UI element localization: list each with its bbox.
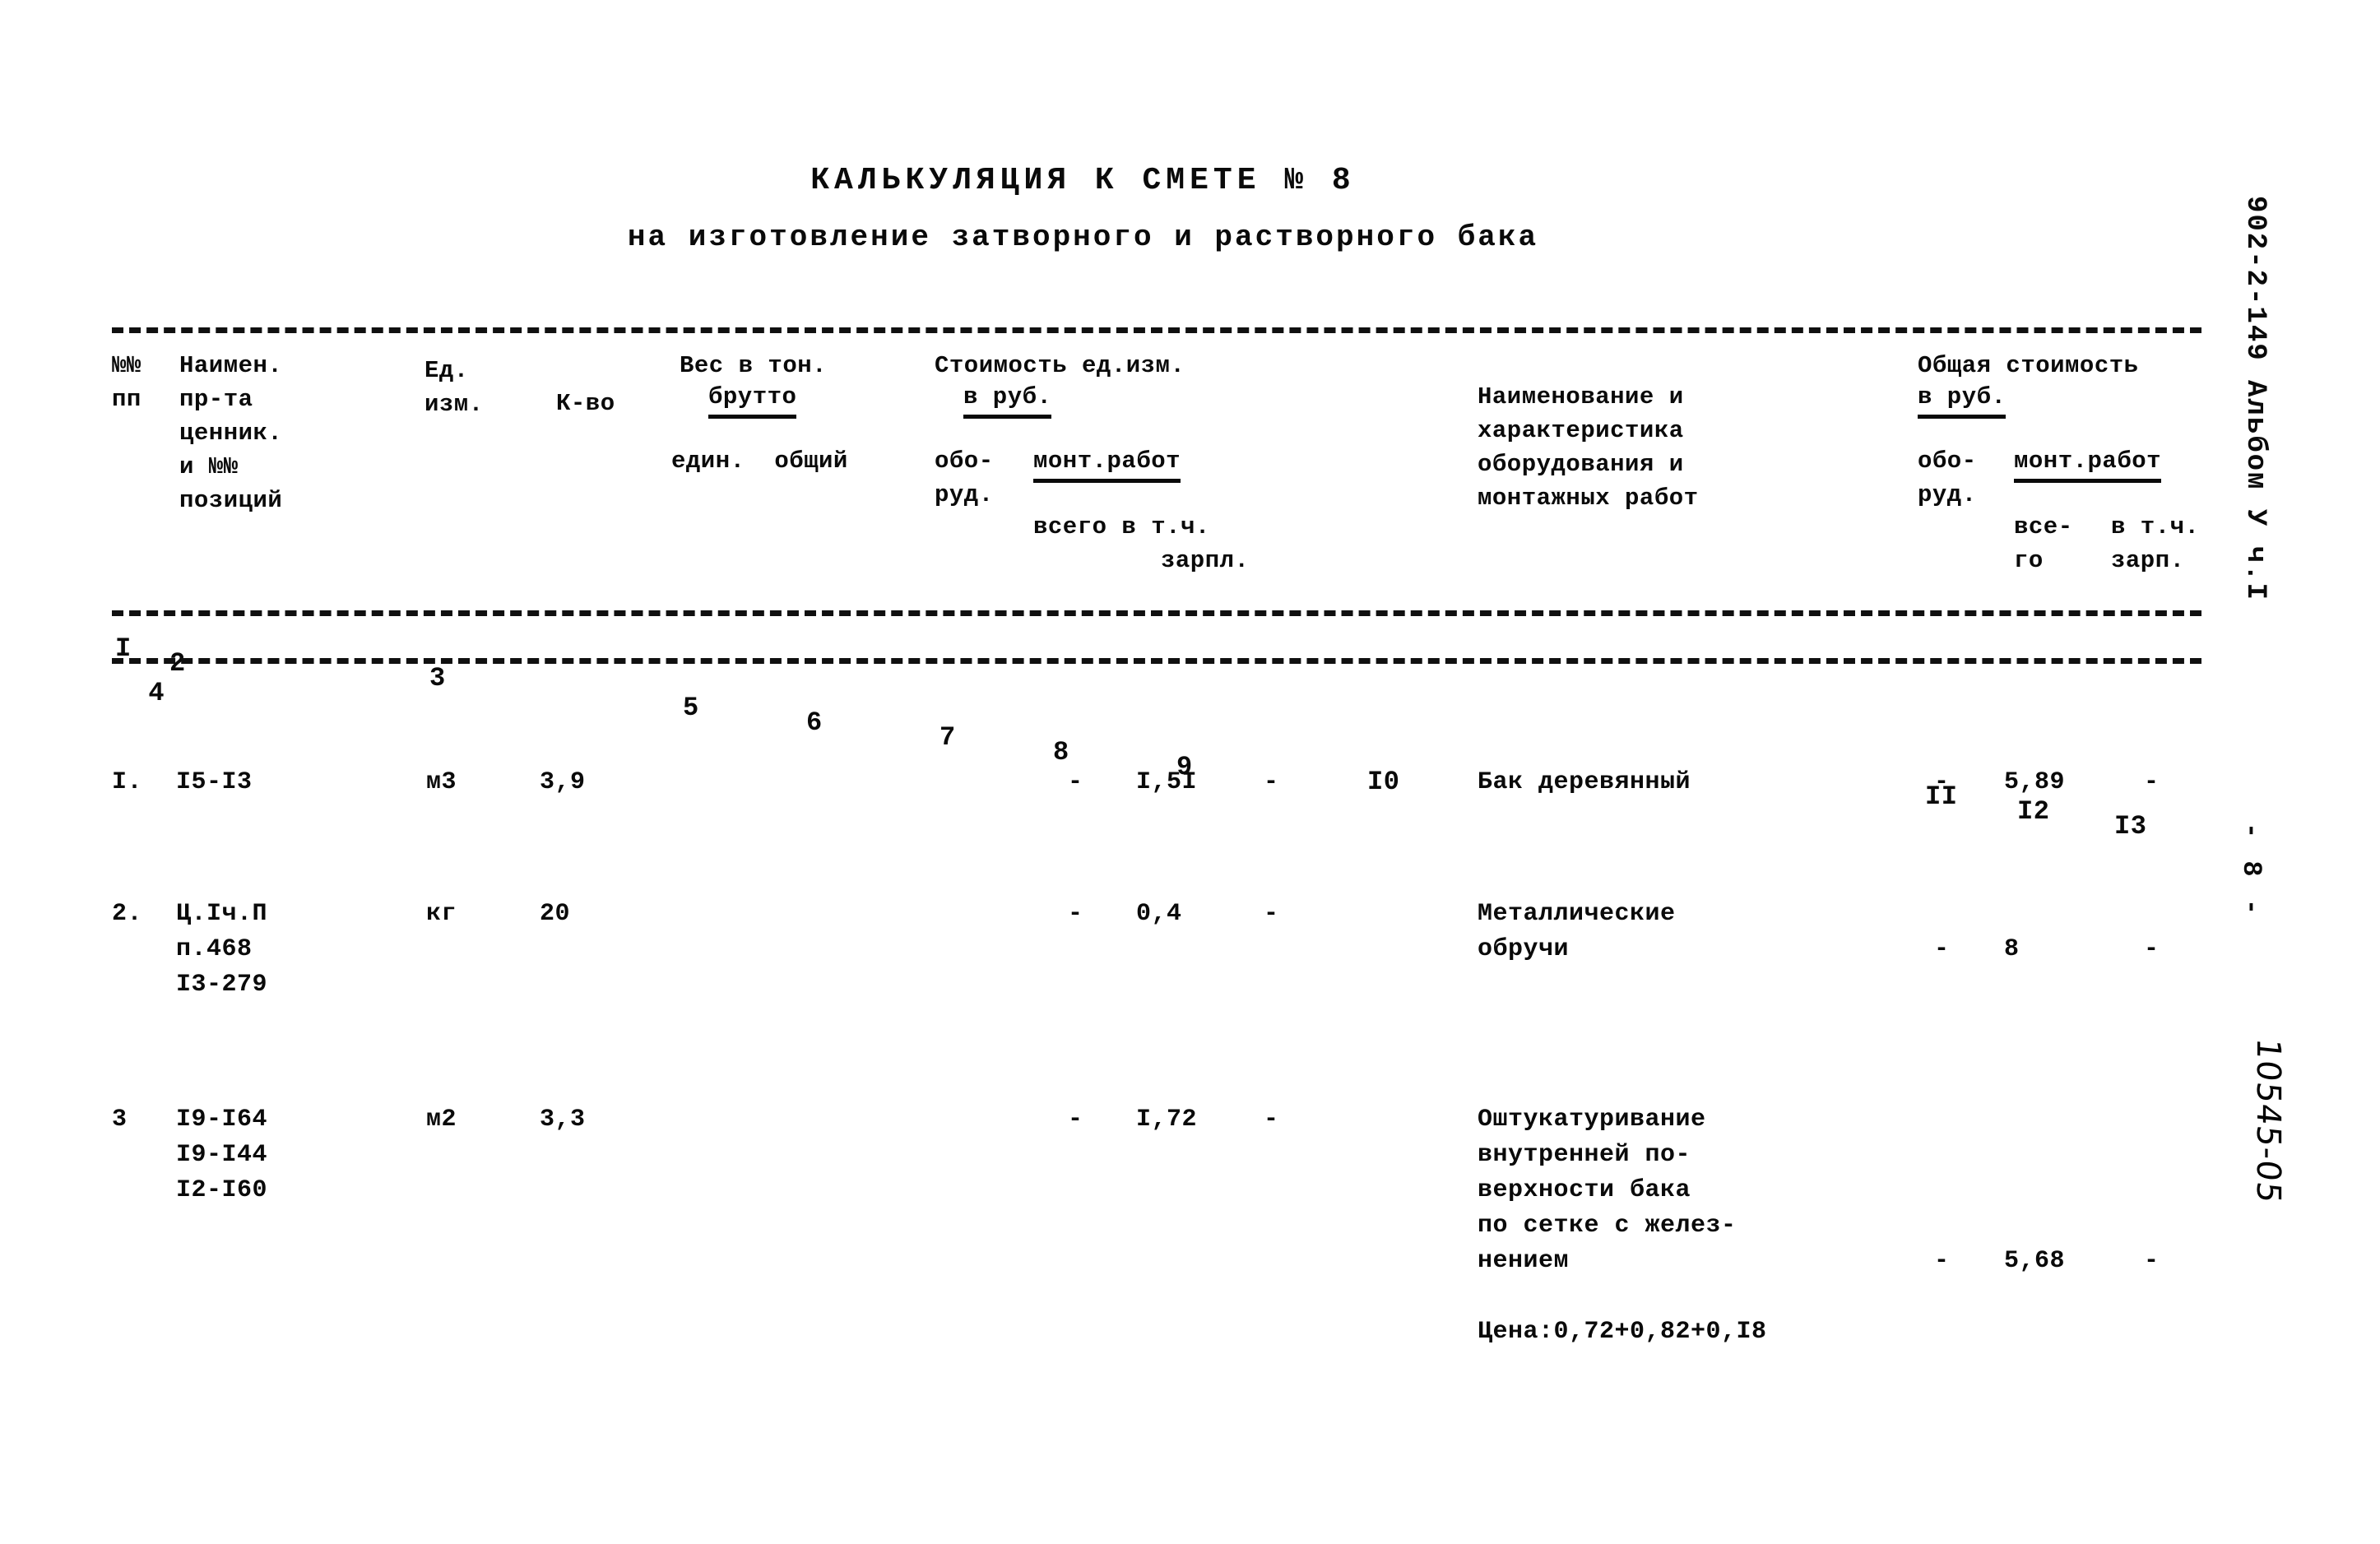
header-col-cost-rub: в руб. [963, 380, 1052, 419]
row-total-equipment: - [1934, 935, 1950, 963]
header-col-total-rub: в руб. [1918, 380, 2007, 419]
header-col-quantity: К-во [556, 390, 615, 417]
table-top-rule [112, 327, 2201, 333]
row-total-equipment: - [1934, 1247, 1950, 1275]
row-description: Оштукатуривание внутренней по- верхности… [1478, 1106, 1767, 1346]
row-total-install: 5,89 [2004, 768, 2066, 796]
row-wages-cost: - [1264, 900, 1279, 928]
row-number: 3 [112, 1106, 128, 1134]
header-col-description: Наименование и характеристика оборудован… [1478, 383, 1699, 512]
column-number-10: I0 [1364, 767, 1403, 797]
row-install-cost: I,5I [1136, 768, 1198, 796]
row-equipment-cost: - [1068, 1106, 1083, 1134]
row-number: I. [112, 768, 143, 796]
row-unit: м2 [426, 1106, 457, 1134]
column-number-8: 8 [1050, 737, 1073, 767]
header-col-nn: №№ пп [112, 352, 142, 413]
column-number-6: 6 [803, 707, 826, 738]
column-number-rule [112, 658, 2201, 664]
row-install-cost: I,72 [1136, 1106, 1198, 1134]
row-unit: м3 [426, 768, 457, 796]
scanned-document-page: КАЛЬКУЛЯЦИЯ К СМЕТЕ № 8 на изготовление … [0, 0, 2380, 1544]
row-description: Бак деревянный [1478, 768, 1691, 796]
row-equipment-cost: - [1068, 900, 1083, 928]
column-number-3: 3 [426, 663, 449, 693]
column-number-7: 7 [936, 722, 959, 753]
column-number-5: 5 [680, 693, 703, 723]
row-total-wages: - [2144, 768, 2160, 796]
header-col-cost-install: монт.работ [1033, 444, 1181, 483]
row-unit: кг [426, 900, 457, 928]
column-number-4: 4 [145, 678, 169, 708]
header-col-total-sum: все- го [2014, 513, 2073, 574]
row-description: Металлические обручи [1478, 900, 1676, 963]
header-col-total-title: Общая стоимость [1918, 352, 2139, 379]
row-total-equipment: - [1934, 768, 1950, 796]
row-total-wages: - [2144, 1247, 2160, 1275]
header-col-total-wages: в т.ч. зарп. [2111, 513, 2200, 574]
row-quantity: 20 [540, 900, 571, 928]
row-total-wages: - [2144, 935, 2160, 963]
row-code: Ц.Iч.П п.468 I3-279 [176, 900, 268, 999]
row-quantity: 3,3 [540, 1106, 586, 1134]
table-header: №№ пп Наимен. пр-та ценник. и №№ позиций… [112, 349, 2218, 596]
page-number: - 8 - [2236, 823, 2266, 919]
row-install-cost: 0,4 [1136, 900, 1182, 928]
header-col-weight-title: Вес в тон. [680, 352, 828, 379]
page-subtitle: на изготовление затворного и растворного… [627, 220, 1539, 254]
row-number: 2. [112, 900, 143, 928]
column-number-12: I2 [2014, 796, 2053, 827]
column-number-13: I3 [2111, 811, 2150, 842]
row-quantity: 3,9 [540, 768, 586, 796]
header-col-total-equipment: обо- руд. [1918, 447, 1977, 508]
header-col-weight-sub: един. общий [671, 447, 848, 475]
page-title: КАЛЬКУЛЯЦИЯ К СМЕТЕ № 8 [810, 163, 1356, 198]
album-reference-code: 902-2-149 Альбом У ч.I [2239, 196, 2271, 601]
header-col-unit: Ед. изм. [425, 357, 484, 418]
row-equipment-cost: - [1068, 768, 1083, 796]
header-col-cost-wages: зарпл. [1161, 547, 1250, 574]
column-number-row: I 2 3 4 5 6 7 8 9 I0 II I2 I3 [112, 619, 2218, 842]
row-total-install: 8 [2004, 935, 2020, 963]
header-col-name: Наимен. пр-та ценник. и №№ позиций [179, 352, 283, 514]
row-code: I5-I3 [176, 768, 253, 796]
header-col-cost-equipment: обо- руд. [935, 447, 994, 508]
row-total-install: 5,68 [2004, 1247, 2066, 1275]
row-code: I9-I64 I9-I44 I2-I60 [176, 1106, 268, 1204]
table-header-rule [112, 610, 2201, 616]
header-col-total-install: монт.работ [2014, 444, 2162, 483]
header-col-cost-total: всего в т.ч. [1033, 513, 1210, 540]
row-wages-cost: - [1264, 768, 1279, 796]
row-wages-cost: - [1264, 1106, 1279, 1134]
handwritten-archive-number: 10545-05 [2249, 1036, 2287, 1206]
header-col-cost-title: Стоимость ед.изм. [935, 352, 1185, 379]
header-col-weight-brutto: брутто [708, 380, 797, 419]
